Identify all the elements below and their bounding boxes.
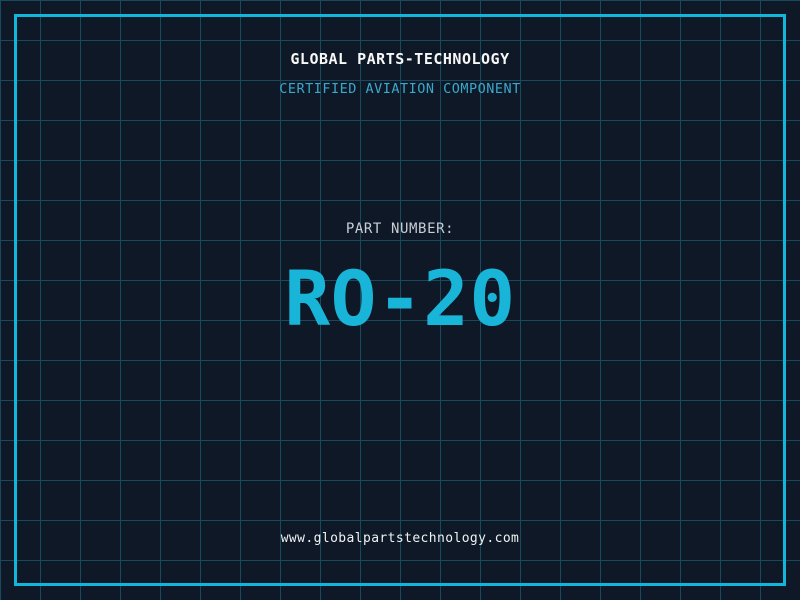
brand-title: GLOBAL PARTS-TECHNOLOGY bbox=[290, 50, 510, 68]
website-url: www.globalpartstechnology.com bbox=[280, 531, 520, 546]
certified-subtitle: CERTIFIED AVIATION COMPONENT bbox=[279, 81, 521, 97]
part-number-label: PART NUMBER: bbox=[345, 221, 455, 237]
part-number-value: RO-20 bbox=[284, 254, 516, 343]
